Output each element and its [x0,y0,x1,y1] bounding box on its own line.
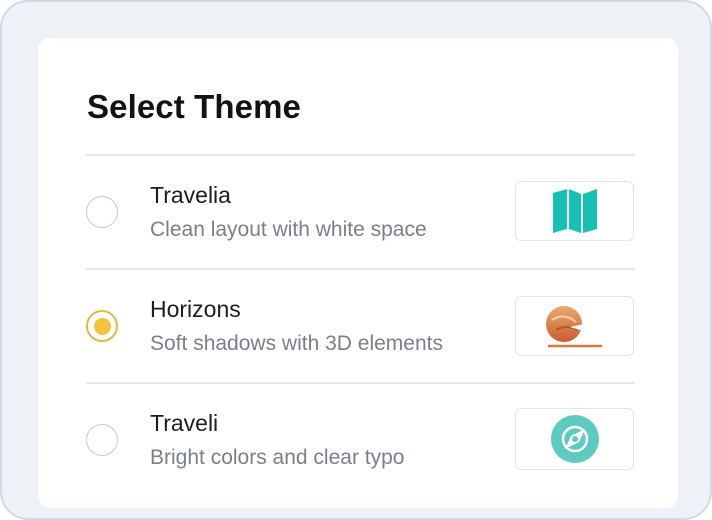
theme-option-horizons[interactable]: Horizons Soft shadows with 3D elements [86,282,635,382]
radio-dot [94,318,111,335]
theme-name: Horizons [150,296,241,322]
theme-selector-card: Select Theme Travelia Clean layout with … [38,38,678,508]
sunset-airplane-icon [545,306,606,348]
theme-description: Clean layout with white space [150,218,427,241]
compass-icon [550,415,599,463]
theme-name: Travelia [150,182,231,208]
theme-preview-thumbnail [515,181,634,241]
radio-button[interactable] [86,424,118,456]
divider [86,268,635,270]
theme-name: Traveli [150,410,219,436]
radio-button[interactable] [86,196,118,228]
theme-preview-thumbnail [515,296,634,356]
theme-option-travelia[interactable]: Travelia Clean layout with white space [86,168,635,268]
divider [86,382,635,384]
theme-preview-thumbnail [515,408,634,470]
page-title: Select Theme [87,88,301,125]
window-frame: Select Theme Travelia Clean layout with … [0,0,712,520]
divider [86,154,635,156]
theme-description: Bright colors and clear typo [150,446,405,469]
theme-description: Soft shadows with 3D elements [150,332,443,355]
theme-option-traveli[interactable]: Traveli Bright colors and clear typo [86,396,635,496]
radio-button-selected[interactable] [86,310,118,342]
folded-map-icon [552,189,597,233]
